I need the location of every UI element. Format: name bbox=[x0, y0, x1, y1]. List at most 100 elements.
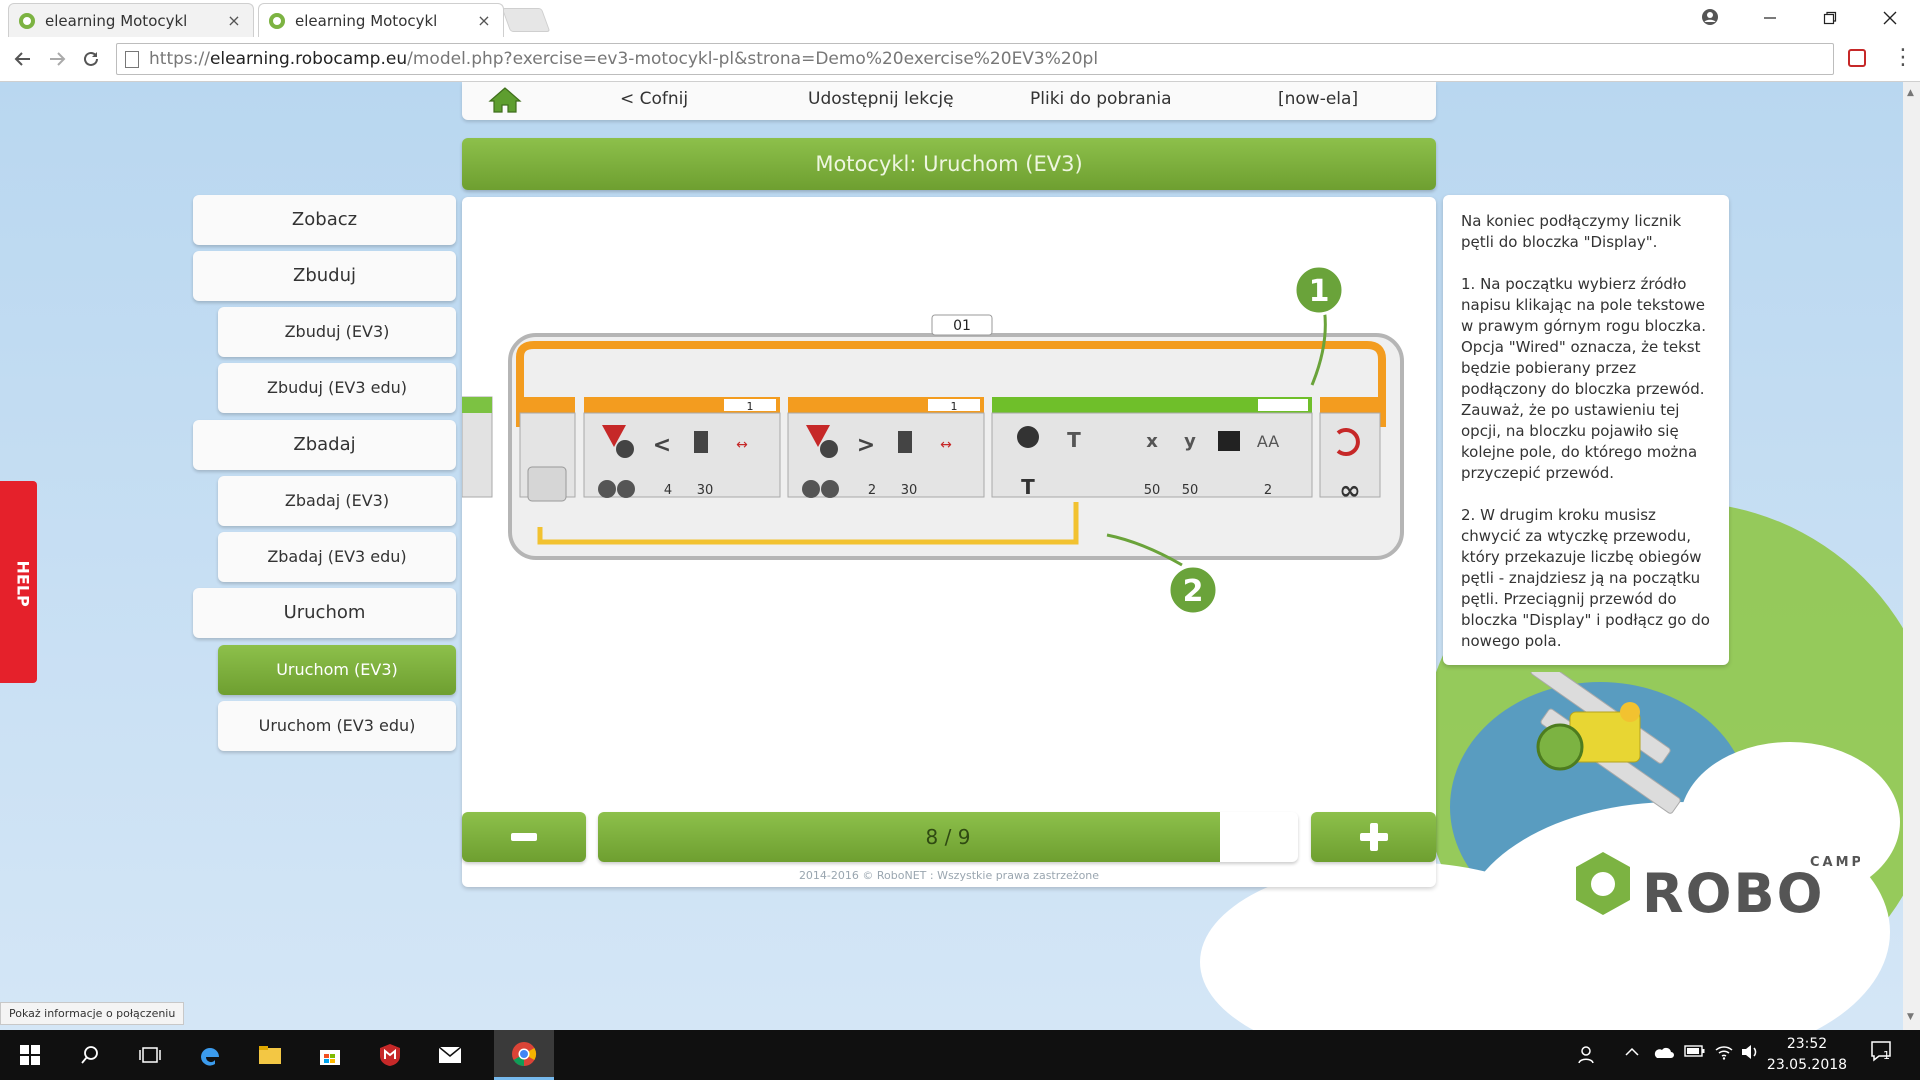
loop-counter-plug[interactable] bbox=[527, 466, 567, 502]
plus-icon bbox=[1359, 823, 1388, 851]
help-label: HELP bbox=[13, 560, 33, 607]
battery-icon[interactable] bbox=[1684, 1044, 1706, 1062]
web-page: ▲ ▼ < Cofnij Udostępnij lekcję Pliki do … bbox=[0, 82, 1920, 1030]
block1-value-2: 30 bbox=[697, 483, 714, 498]
back-link[interactable]: < Cofnij bbox=[620, 82, 688, 116]
sidebar-item-zbadaj-ev3[interactable]: Zbadaj (EV3) bbox=[218, 476, 456, 526]
mcafee-icon[interactable] bbox=[360, 1030, 420, 1080]
notifications-count: 1 bbox=[1883, 1049, 1890, 1062]
browser-tab-1[interactable]: elearning Motocykl × bbox=[8, 3, 254, 37]
lesson-title: Motocykl: Uruchom (EV3) bbox=[462, 138, 1436, 190]
sidebar-item-zbadaj-ev3-edu[interactable]: Zbadaj (EV3 edu) bbox=[218, 532, 456, 582]
instruction-paragraph: Na koniec podłączymy licznik pętli do bl… bbox=[1461, 212, 1682, 251]
lesson-content-panel: 01 1 < ↔ 4 30 1 > ↔ 2 30 T T x y AA 50 5… bbox=[462, 197, 1436, 887]
next-step-button[interactable] bbox=[1311, 812, 1436, 862]
sidebar-item-zbuduj-ev3-edu[interactable]: Zbuduj (EV3 edu) bbox=[218, 363, 456, 413]
wait-block-1[interactable]: 1 < ↔ 4 30 bbox=[583, 397, 781, 498]
mcafee-extension-icon[interactable] bbox=[1848, 49, 1866, 67]
sidebar-item-uruchom[interactable]: Uruchom bbox=[193, 588, 456, 638]
display-text-mode: T bbox=[1021, 475, 1035, 499]
url-path: /model.php?exercise=ev3-motocykl-pl&stro… bbox=[407, 49, 1099, 69]
home-icon[interactable] bbox=[488, 86, 522, 114]
ultrasonic-icon bbox=[694, 431, 708, 453]
restore-icon[interactable] bbox=[1800, 0, 1860, 37]
display-text-icon: T bbox=[1067, 428, 1081, 452]
sidebar-item-zbuduj-ev3[interactable]: Zbuduj (EV3) bbox=[218, 307, 456, 357]
loop-end-block[interactable]: ∞ bbox=[1319, 397, 1381, 506]
sidebar-item-zbuduj[interactable]: Zbuduj bbox=[193, 251, 456, 301]
windows-start-icon[interactable] bbox=[0, 1030, 60, 1080]
browser-toolbar: https://elearning.robocamp.eu/model.php?… bbox=[0, 37, 1920, 82]
chevron-up-icon[interactable] bbox=[1624, 1044, 1640, 1064]
instruction-paragraph: 1. Na początku wybierz źródło napisu kli… bbox=[1461, 275, 1706, 482]
robocamp-favicon-icon bbox=[19, 12, 35, 29]
display-font-icon: AA bbox=[1257, 432, 1279, 451]
help-tab[interactable]: HELP bbox=[0, 481, 37, 683]
mail-icon[interactable] bbox=[420, 1030, 480, 1080]
block2-port: 1 bbox=[951, 400, 958, 413]
forward-arrow-icon[interactable] bbox=[42, 44, 72, 74]
people-icon[interactable] bbox=[1578, 1044, 1598, 1068]
volume-icon[interactable] bbox=[1740, 1044, 1760, 1064]
robocamp-favicon-icon bbox=[269, 12, 285, 29]
store-icon[interactable] bbox=[300, 1030, 360, 1080]
block2-compare: > bbox=[857, 433, 875, 458]
robocamp-logo: CAMP ROBO bbox=[1576, 852, 1860, 925]
ultrasonic-icon bbox=[898, 431, 912, 453]
address-bar[interactable]: https://elearning.robocamp.eu/model.php?… bbox=[116, 43, 1834, 75]
step-progress-bar: 8 / 9 bbox=[598, 812, 1298, 862]
distance-icon: ↔ bbox=[736, 437, 748, 453]
callout-number-1: 1 bbox=[1309, 274, 1330, 309]
file-explorer-icon[interactable] bbox=[240, 1030, 300, 1080]
tab-title: elearning Motocykl bbox=[45, 11, 188, 30]
chrome-icon[interactable] bbox=[494, 1030, 554, 1080]
loop-name: 01 bbox=[953, 318, 971, 334]
airplane-illustration bbox=[1530, 672, 1681, 814]
downloads-link[interactable]: Pliki do pobrania bbox=[1030, 82, 1172, 116]
block2-value-1: 2 bbox=[868, 483, 876, 498]
sidebar-item-uruchom-ev3[interactable]: Uruchom (EV3) bbox=[218, 645, 456, 695]
windows-taskbar: 23:52 23.05.2018 1 bbox=[0, 1030, 1920, 1080]
reload-icon[interactable] bbox=[76, 44, 106, 74]
partial-block-header bbox=[462, 397, 492, 413]
block1-value-1: 4 bbox=[664, 483, 672, 498]
callout-number-2: 2 bbox=[1183, 574, 1204, 609]
notifications-icon[interactable]: 1 bbox=[1870, 1040, 1892, 1066]
wifi-icon[interactable] bbox=[1714, 1044, 1734, 1064]
block1-compare: < bbox=[653, 433, 671, 458]
page-scrollbar[interactable]: ▲ ▼ bbox=[1903, 82, 1920, 1030]
tab-close-icon[interactable]: × bbox=[475, 11, 493, 30]
step-progress-label: 8 / 9 bbox=[925, 825, 971, 849]
user-link[interactable]: [now-ela] bbox=[1278, 82, 1358, 116]
logo-robo-text: ROBO bbox=[1642, 862, 1825, 925]
page-info-icon[interactable] bbox=[125, 50, 139, 68]
taskbar-clock[interactable]: 23:52 23.05.2018 bbox=[1762, 1034, 1852, 1076]
browser-tab-2[interactable]: elearning Motocykl × bbox=[258, 3, 504, 37]
prev-step-button[interactable] bbox=[462, 812, 586, 862]
display-icon bbox=[1017, 426, 1039, 448]
back-arrow-icon[interactable] bbox=[8, 44, 38, 74]
onedrive-icon[interactable] bbox=[1652, 1044, 1674, 1064]
sidebar-item-zbadaj[interactable]: Zbadaj bbox=[193, 420, 456, 470]
edge-browser-icon[interactable] bbox=[180, 1030, 240, 1080]
display-y-icon: y bbox=[1184, 431, 1196, 452]
instructions-panel: Na koniec podłączymy licznik pętli do bl… bbox=[1443, 195, 1729, 665]
new-tab-button[interactable] bbox=[501, 8, 551, 32]
connection-status-bubble: Pokaż informacje o połączeniu bbox=[0, 1002, 185, 1025]
sidebar-item-zobacz[interactable]: Zobacz bbox=[193, 195, 456, 245]
display-color-icon bbox=[1218, 431, 1240, 451]
minimize-icon[interactable] bbox=[1740, 0, 1800, 37]
browser-menu-icon[interactable]: ⋮ bbox=[1892, 45, 1914, 70]
search-icon[interactable] bbox=[60, 1030, 120, 1080]
sidebar-item-uruchom-ev3-edu[interactable]: Uruchom (EV3 edu) bbox=[218, 701, 456, 751]
close-window-icon[interactable] bbox=[1860, 0, 1920, 37]
profile-icon[interactable] bbox=[1680, 0, 1740, 37]
task-view-icon[interactable] bbox=[120, 1030, 180, 1080]
wait-block-2[interactable]: 1 > ↔ 2 30 bbox=[787, 397, 985, 498]
display-source-box[interactable] bbox=[1258, 399, 1308, 411]
lesson-top-nav: < Cofnij Udostępnij lekcję Pliki do pobr… bbox=[462, 82, 1436, 120]
display-block[interactable]: T T x y AA 50 50 2 bbox=[991, 397, 1313, 499]
share-lesson-link[interactable]: Udostępnij lekcję bbox=[808, 82, 954, 116]
url-scheme: https:// bbox=[149, 49, 210, 69]
tab-close-icon[interactable]: × bbox=[225, 11, 243, 30]
